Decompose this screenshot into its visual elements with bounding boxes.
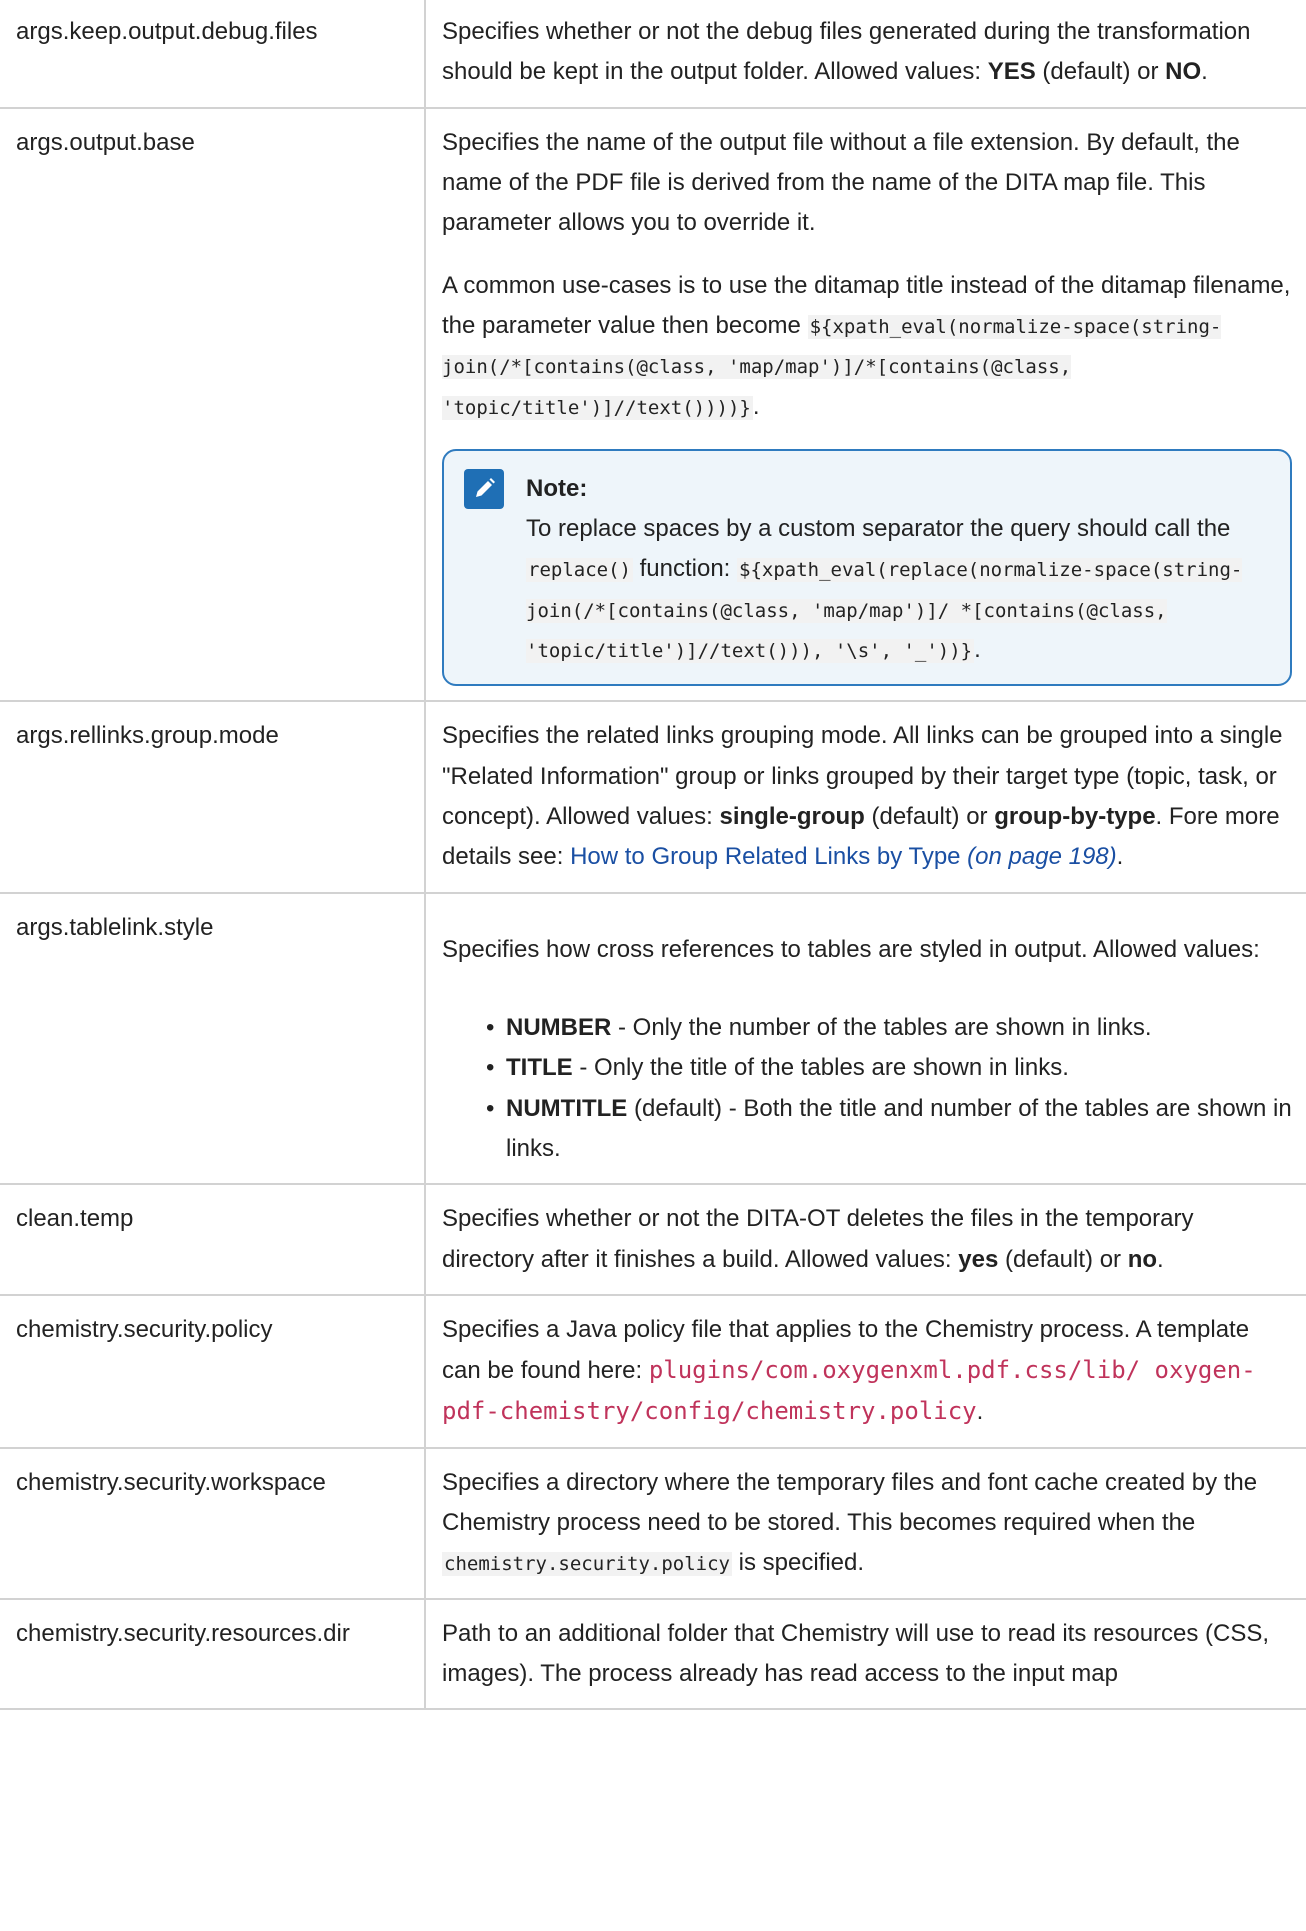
param-description: Specifies whether or not the DITA-OT del… xyxy=(424,1183,1306,1296)
param-description: Specifies the name of the output file wi… xyxy=(424,106,1306,703)
inline-code: replace() xyxy=(526,558,633,583)
list-item: NUMTITLE (default) - Both the title and … xyxy=(484,1089,1292,1170)
param-name: chemistry.security.resources.dir xyxy=(0,1597,426,1711)
table-row: chemistry.security.policy Specifies a Ja… xyxy=(0,1293,1306,1449)
table-row: clean.temp Specifies whether or not the … xyxy=(0,1183,1306,1296)
table-row: args.rellinks.group.mode Specifies the r… xyxy=(0,700,1306,894)
param-description: Path to an additional folder that Chemis… xyxy=(424,1597,1306,1711)
param-name: args.tablelink.style xyxy=(0,891,426,1186)
param-name: args.keep.output.debug.files xyxy=(0,0,426,109)
param-name: chemistry.security.policy xyxy=(0,1293,426,1449)
table-row: args.output.base Specifies the name of t… xyxy=(0,106,1306,703)
pencil-icon xyxy=(464,468,504,509)
list-item: NUMBER - Only the number of the tables a… xyxy=(484,1008,1292,1049)
note-body: To replace spaces by a custom separator … xyxy=(526,515,1243,664)
param-description: Specifies the related links grouping mod… xyxy=(424,700,1306,894)
paragraph: A common use-cases is to use the ditamap… xyxy=(442,271,1291,420)
paragraph: Specifies the name of the output file wi… xyxy=(442,128,1240,237)
param-description: Specifies a Java policy file that applie… xyxy=(424,1293,1306,1449)
note-box: Note: To replace spaces by a custom sepa… xyxy=(442,448,1292,687)
param-description: Specifies whether or not the debug files… xyxy=(424,0,1306,109)
param-name: args.rellinks.group.mode xyxy=(0,700,426,894)
param-description: Specifies a directory where the temporar… xyxy=(424,1446,1306,1600)
parameters-table: args.keep.output.debug.files Specifies w… xyxy=(0,0,1306,1711)
table-row: args.tablelink.style Specifies how cross… xyxy=(0,891,1306,1186)
table-row: args.keep.output.debug.files Specifies w… xyxy=(0,0,1306,109)
param-description: Specifies how cross references to tables… xyxy=(424,891,1306,1186)
page-reference[interactable]: (on page 198) xyxy=(961,843,1116,870)
table-row: chemistry.security.resources.dir Path to… xyxy=(0,1597,1306,1711)
note-title: Note: xyxy=(526,474,588,502)
table-row: chemistry.security.workspace Specifies a… xyxy=(0,1446,1306,1600)
inline-code: chemistry.security.policy xyxy=(442,1552,732,1577)
list-item: TITLE - Only the title of the tables are… xyxy=(484,1048,1292,1089)
paragraph: Specifies how cross references to tables… xyxy=(442,935,1260,963)
allowed-values-list: NUMBER - Only the number of the tables a… xyxy=(442,1008,1292,1169)
cross-reference-link[interactable]: How to Group Related Links by Type xyxy=(570,843,960,870)
param-name: args.output.base xyxy=(0,106,426,703)
param-name: clean.temp xyxy=(0,1183,426,1296)
param-name: chemistry.security.workspace xyxy=(0,1446,426,1600)
